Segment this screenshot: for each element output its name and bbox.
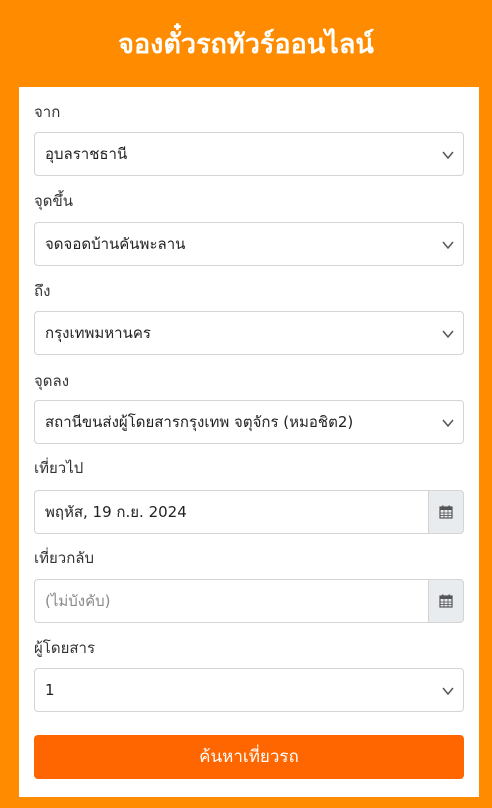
calendar-icon [439,505,453,519]
pickup-select-value: จดจอดบ้านคันพะลาน [45,235,186,253]
pickup-label: จุดขึ้น [34,192,74,210]
depart-date-group: พฤหัส, 19 ก.ย. 2024 [34,490,464,534]
depart-date-input[interactable]: พฤหัส, 19 ก.ย. 2024 [34,490,429,534]
to-select[interactable]: กรุงเทพมหานคร [34,311,464,355]
from-label: จาก [34,103,61,121]
chevron-down-icon [442,241,454,250]
to-select-value: กรุงเทพมหานคร [45,324,151,342]
chevron-down-icon [442,419,454,428]
return-date-input[interactable]: (ไม่บังคับ) [34,579,429,623]
chevron-down-icon [442,687,454,696]
dropoff-label: จุดลง [34,372,70,390]
return-label: เที่ยวกลับ [34,549,95,567]
search-trips-button[interactable]: ค้นหาเที่ยวรถ [34,735,464,779]
booking-form: จาก อุบลราชธานี จุดขึ้น จดจอดบ้านคันพะลา… [19,87,479,797]
passengers-select[interactable]: 1 [34,668,464,712]
dropoff-select-value: สถานีขนส่งผู้โดยสารกรุงเทพ จตุจักร (หมอช… [45,413,354,431]
dropoff-select[interactable]: สถานีขนส่งผู้โดยสารกรุงเทพ จตุจักร (หมอช… [34,400,464,444]
depart-label: เที่ยวไป [34,459,84,477]
calendar-icon [439,594,453,608]
from-select[interactable]: อุบลราชธานี [34,132,464,176]
chevron-down-icon [442,151,454,160]
to-label: ถึง [34,282,51,300]
page-title: จองตั๋วรถทัวร์ออนไลน์ [118,29,374,60]
return-date-group: (ไม่บังคับ) [34,579,464,623]
depart-calendar-button[interactable] [428,490,464,534]
return-date-placeholder: (ไม่บังคับ) [45,592,111,610]
return-calendar-button[interactable] [428,579,464,623]
passengers-label: ผู้โดยสาร [34,639,96,657]
pickup-select[interactable]: จดจอดบ้านคันพะลาน [34,222,464,266]
from-select-value: อุบลราชธานี [45,145,128,163]
chevron-down-icon [442,330,454,339]
depart-date-value: พฤหัส, 19 ก.ย. 2024 [45,503,187,521]
passengers-select-value: 1 [45,681,55,699]
